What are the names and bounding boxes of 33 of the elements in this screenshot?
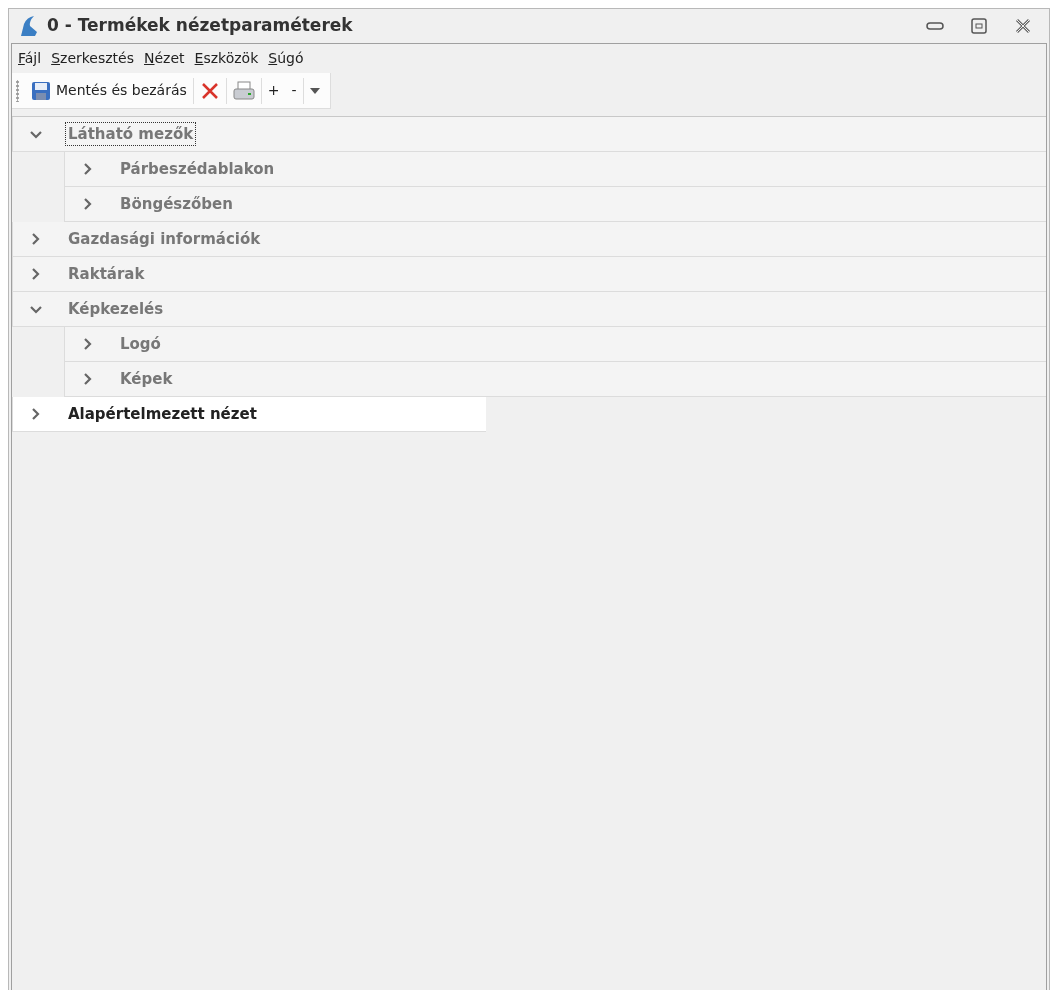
tree-row[interactable]: Gazdasági információk bbox=[12, 222, 1046, 257]
tree-item-label: Képkezelés bbox=[67, 298, 165, 320]
tree-row[interactable]: Képkezelés bbox=[12, 292, 1046, 327]
tree-item-label: Alapértelmezett nézet bbox=[67, 403, 258, 425]
printer-icon bbox=[232, 80, 255, 101]
menu-item[interactable]: Súgó bbox=[268, 48, 304, 69]
menu-item[interactable]: Fájl bbox=[18, 48, 42, 69]
tree-item-label: Böngészőben bbox=[119, 193, 234, 215]
tree-item-label: Látható mezők bbox=[65, 121, 197, 147]
dropdown-arrow-icon bbox=[309, 87, 320, 94]
tree-item-label: Raktárak bbox=[67, 263, 146, 285]
toolbar-button[interactable]: + bbox=[261, 75, 286, 106]
menu-item[interactable]: Eszközök bbox=[194, 48, 259, 69]
window-title: 0 - Termékek nézetparaméterek bbox=[47, 14, 353, 38]
tree-item-label: Gazdasági információk bbox=[67, 228, 262, 250]
toolbar-button[interactable]: - bbox=[285, 75, 303, 106]
close-icon[interactable] bbox=[1015, 18, 1031, 34]
delete-icon bbox=[199, 80, 220, 101]
tree-row[interactable]: Böngészőben bbox=[64, 187, 1046, 222]
save-close-button[interactable]: Mentés és bezárás bbox=[25, 75, 193, 106]
menu-item[interactable]: Nézet bbox=[144, 48, 185, 69]
tree-item-label: Párbeszédablakon bbox=[119, 158, 276, 180]
tree-row[interactable]: Logó bbox=[64, 327, 1046, 362]
tree-item-label: Képek bbox=[119, 368, 174, 390]
minimize-icon[interactable] bbox=[926, 21, 944, 31]
tree-row[interactable]: Képek bbox=[64, 362, 1046, 397]
tree-row[interactable]: Alapértelmezett nézet bbox=[12, 397, 486, 432]
tree-row[interactable]: Raktárak bbox=[12, 257, 1046, 292]
menu-item[interactable]: Szerkesztés bbox=[51, 48, 134, 69]
tree-row[interactable]: Látható mezők bbox=[12, 117, 1046, 152]
tree-item-label: Logó bbox=[119, 333, 162, 355]
tree-row[interactable]: Párbeszédablakon bbox=[64, 152, 1046, 187]
maximize-icon[interactable] bbox=[971, 18, 987, 34]
